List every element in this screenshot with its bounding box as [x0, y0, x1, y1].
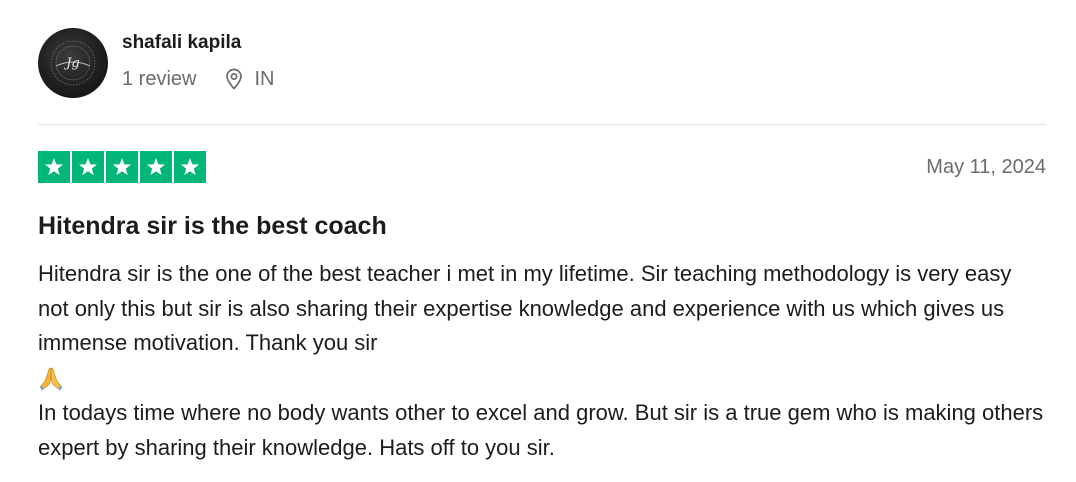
review-paragraph-2: In todays time where no body wants other… — [38, 399, 1044, 460]
star-icon — [38, 151, 70, 183]
divider — [38, 124, 1046, 125]
star-icon — [140, 151, 172, 183]
star-rating — [38, 151, 206, 183]
review-title[interactable]: Hitendra sir is the best coach — [38, 210, 387, 242]
reviewer-location: IN — [224, 67, 274, 91]
review-count: 1 review — [122, 68, 197, 90]
reviewer-info: shafali kapila 1 review IN — [122, 31, 274, 91]
reviewer-meta: 1 review IN — [122, 67, 274, 91]
review-date: May 11, 2024 — [926, 156, 1046, 178]
star-icon — [72, 151, 104, 183]
reviewer-header: Jg shafali kapila 1 review IN — [38, 26, 274, 100]
avatar-logo-icon: Jg — [50, 40, 96, 86]
emoji-line — [38, 361, 1048, 396]
star-icon — [174, 151, 206, 183]
review-body: Hitendra sir is the one of the best teac… — [38, 257, 1048, 465]
star-icon — [106, 151, 138, 183]
avatar[interactable]: Jg — [38, 28, 108, 98]
review-paragraph-1: Hitendra sir is the one of the best teac… — [38, 261, 1012, 356]
location-pin-icon — [226, 68, 243, 90]
review-card: Jg shafali kapila 1 review IN May 11, 20… — [0, 0, 1076, 482]
folded-hands-icon — [39, 368, 63, 391]
country-code: IN — [254, 68, 275, 90]
avatar-initials: Jg — [63, 56, 80, 71]
reviewer-name[interactable]: shafali kapila — [122, 31, 274, 55]
